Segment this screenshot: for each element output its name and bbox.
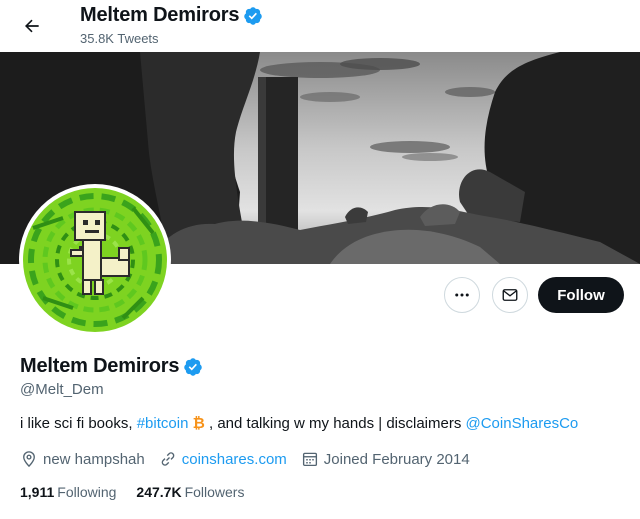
bio-text-2: , and talking w my hands | disclaimers <box>204 415 466 432</box>
profile-meta: new hampshah coinshares.com Joined Febru… <box>20 450 484 468</box>
location-item: new hampshah <box>20 450 145 468</box>
profile-handle: @Melt_Dem <box>20 381 104 398</box>
following-count: 1,911 <box>20 484 55 500</box>
bio-text-1: i like sci fi books, <box>20 415 137 432</box>
more-dots-icon <box>455 293 469 297</box>
verified-badge-icon <box>244 6 263 25</box>
avatar-image <box>23 188 167 332</box>
followers-count: 247.7K <box>136 484 182 500</box>
profile-avatar[interactable] <box>19 184 171 336</box>
verified-badge-icon[interactable] <box>183 357 203 377</box>
profile-name: Meltem Demirors <box>20 355 180 377</box>
more-options-button[interactable] <box>444 277 480 313</box>
following-link[interactable]: 1,911 Following <box>20 484 116 500</box>
following-label: Following <box>57 484 117 500</box>
follow-button[interactable]: Follow <box>538 277 624 313</box>
arrow-left-icon <box>25 19 39 33</box>
followers-link[interactable]: 247.7K Followers <box>136 484 244 500</box>
calendar-icon <box>302 452 317 467</box>
website-item: coinshares.com <box>159 450 287 468</box>
bitcoin-hashtag-link[interactable]: #bitcoin <box>137 415 189 432</box>
joined-item: Joined February 2014 <box>301 450 470 468</box>
bitcoin-symbol-icon: ₿ <box>192 415 205 432</box>
top-bar: Meltem Demirors 35.8K Tweets <box>0 0 640 52</box>
profile-bio: i like sci fi books, #bitcoin ₿ , and ta… <box>20 415 578 432</box>
follow-stats: 1,911 Following 247.7K Followers <box>20 484 264 500</box>
envelope-icon <box>502 289 518 301</box>
back-button[interactable] <box>14 8 50 44</box>
tweet-count: 35.8K Tweets <box>80 31 159 46</box>
message-button[interactable] <box>492 277 528 313</box>
location-pin-icon <box>23 451 35 468</box>
joined-text: Joined February 2014 <box>323 450 470 468</box>
website-link[interactable]: coinshares.com <box>182 451 287 468</box>
coinshares-mention-link[interactable]: @CoinSharesCo <box>466 415 579 432</box>
header-name-row: Meltem Demirors <box>80 4 263 27</box>
location-text: new hampshah <box>43 450 145 468</box>
followers-label: Followers <box>184 484 245 500</box>
link-icon <box>161 452 175 466</box>
profile-name-row: Meltem Demirors <box>20 355 203 378</box>
header-name: Meltem Demirors <box>80 4 240 26</box>
